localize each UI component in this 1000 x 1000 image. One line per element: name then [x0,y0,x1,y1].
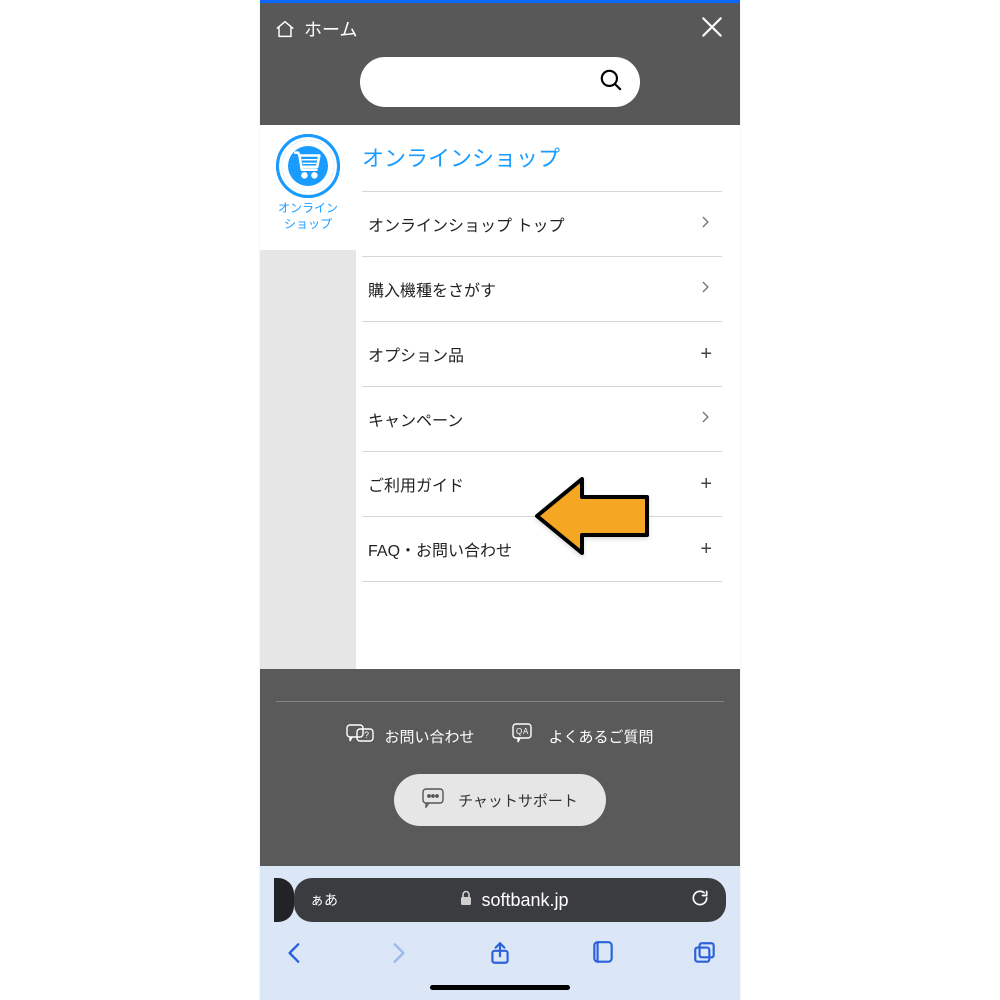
chat-icon [422,788,446,812]
chevron-right-icon [698,410,712,429]
expand-plus-icon: + [700,343,712,366]
sidebar-item-online-shop[interactable]: オンラインショップ [278,137,338,232]
page-header: ホーム [260,3,740,125]
contact-icon: ? [346,722,374,750]
browser-toolbar [260,932,740,985]
sidebar-empty [260,250,356,669]
search-icon [598,67,624,98]
sidebar-item-label: オンラインショップ [278,201,338,232]
chevron-right-icon [698,280,712,299]
menu-item-label: キャンペーン [368,407,463,431]
cart-icon [291,147,325,186]
category-rail: オンラインショップ [260,125,356,669]
back-button[interactable] [282,940,308,971]
reload-button[interactable] [690,888,710,913]
menu-item-label: オンラインショップ トップ [368,212,564,236]
menu-item-4[interactable]: ご利用ガイド + [362,452,722,517]
menu-item-3[interactable]: キャンペーン [362,387,722,452]
menu-list: オンラインショップ トップ購入機種をさがすオプション品+キャンペーンご利用ガイド… [362,191,722,582]
phone-frame: ホーム [260,0,740,1000]
bookmarks-button[interactable] [590,940,616,971]
svg-text:A: A [523,727,529,736]
footer-faq-link[interactable]: Q A よくあるご質問 [511,722,654,750]
lock-icon [459,890,473,911]
page-footer: ? お問い合わせ Q A よくあるご質問 [260,669,740,866]
svg-text:?: ? [364,730,369,740]
forward-button[interactable] [385,940,411,971]
content-area: オンラインショップ オンラインショップ オンラインショップ トップ購入機種をさが… [260,125,740,669]
faq-icon: Q A [511,722,539,750]
menu-item-label: 購入機種をさがす [368,277,496,301]
menu-item-label: ご利用ガイド [368,472,464,496]
svg-text:Q: Q [516,727,522,736]
menu-panel: オンラインショップ オンラインショップ トップ購入機種をさがすオプション品 + キャ… [356,125,740,669]
close-button[interactable] [698,15,726,43]
address-bar[interactable]: ぁあ softbank.jp [294,878,726,922]
chat-support-button[interactable]: チャットサポート [394,774,606,826]
cart-badge [279,137,337,195]
expand-plus-icon: + [700,473,712,496]
tabs-button[interactable] [692,940,718,971]
footer-faq-label: よくあるご質問 [549,726,654,747]
text-size-button[interactable]: ぁあ [310,890,338,910]
share-button[interactable] [487,940,513,971]
search-field[interactable] [360,57,640,107]
section-title: オンラインショップ [362,141,722,173]
tab-switcher-peek[interactable] [274,878,294,922]
home-indicator [430,985,570,990]
expand-plus-icon: + [700,538,712,561]
menu-item-1[interactable]: 購入機種をさがす [362,257,722,322]
home-icon [274,18,296,40]
menu-item-label: オプション品 [368,342,464,366]
home-label: ホーム [304,16,357,42]
menu-item-0[interactable]: オンラインショップ トップ [362,191,722,257]
chevron-right-icon [698,215,712,234]
address-domain: softbank.jp [481,890,568,911]
home-link[interactable]: ホーム [274,16,357,42]
menu-item-5[interactable]: FAQ・お問い合わせ + [362,517,722,582]
menu-item-label: FAQ・お問い合わせ [368,537,512,561]
footer-contact-label: お問い合わせ [384,726,474,747]
browser-address-zone: ぁあ softbank.jp [260,866,740,932]
home-indicator-wrap [260,985,740,1000]
close-icon [699,14,725,45]
search-input[interactable] [376,73,588,91]
menu-item-2[interactable]: オプション品 + [362,322,722,387]
footer-contact-link[interactable]: ? お問い合わせ [346,722,474,750]
chat-button-label: チャットサポート [458,790,578,811]
